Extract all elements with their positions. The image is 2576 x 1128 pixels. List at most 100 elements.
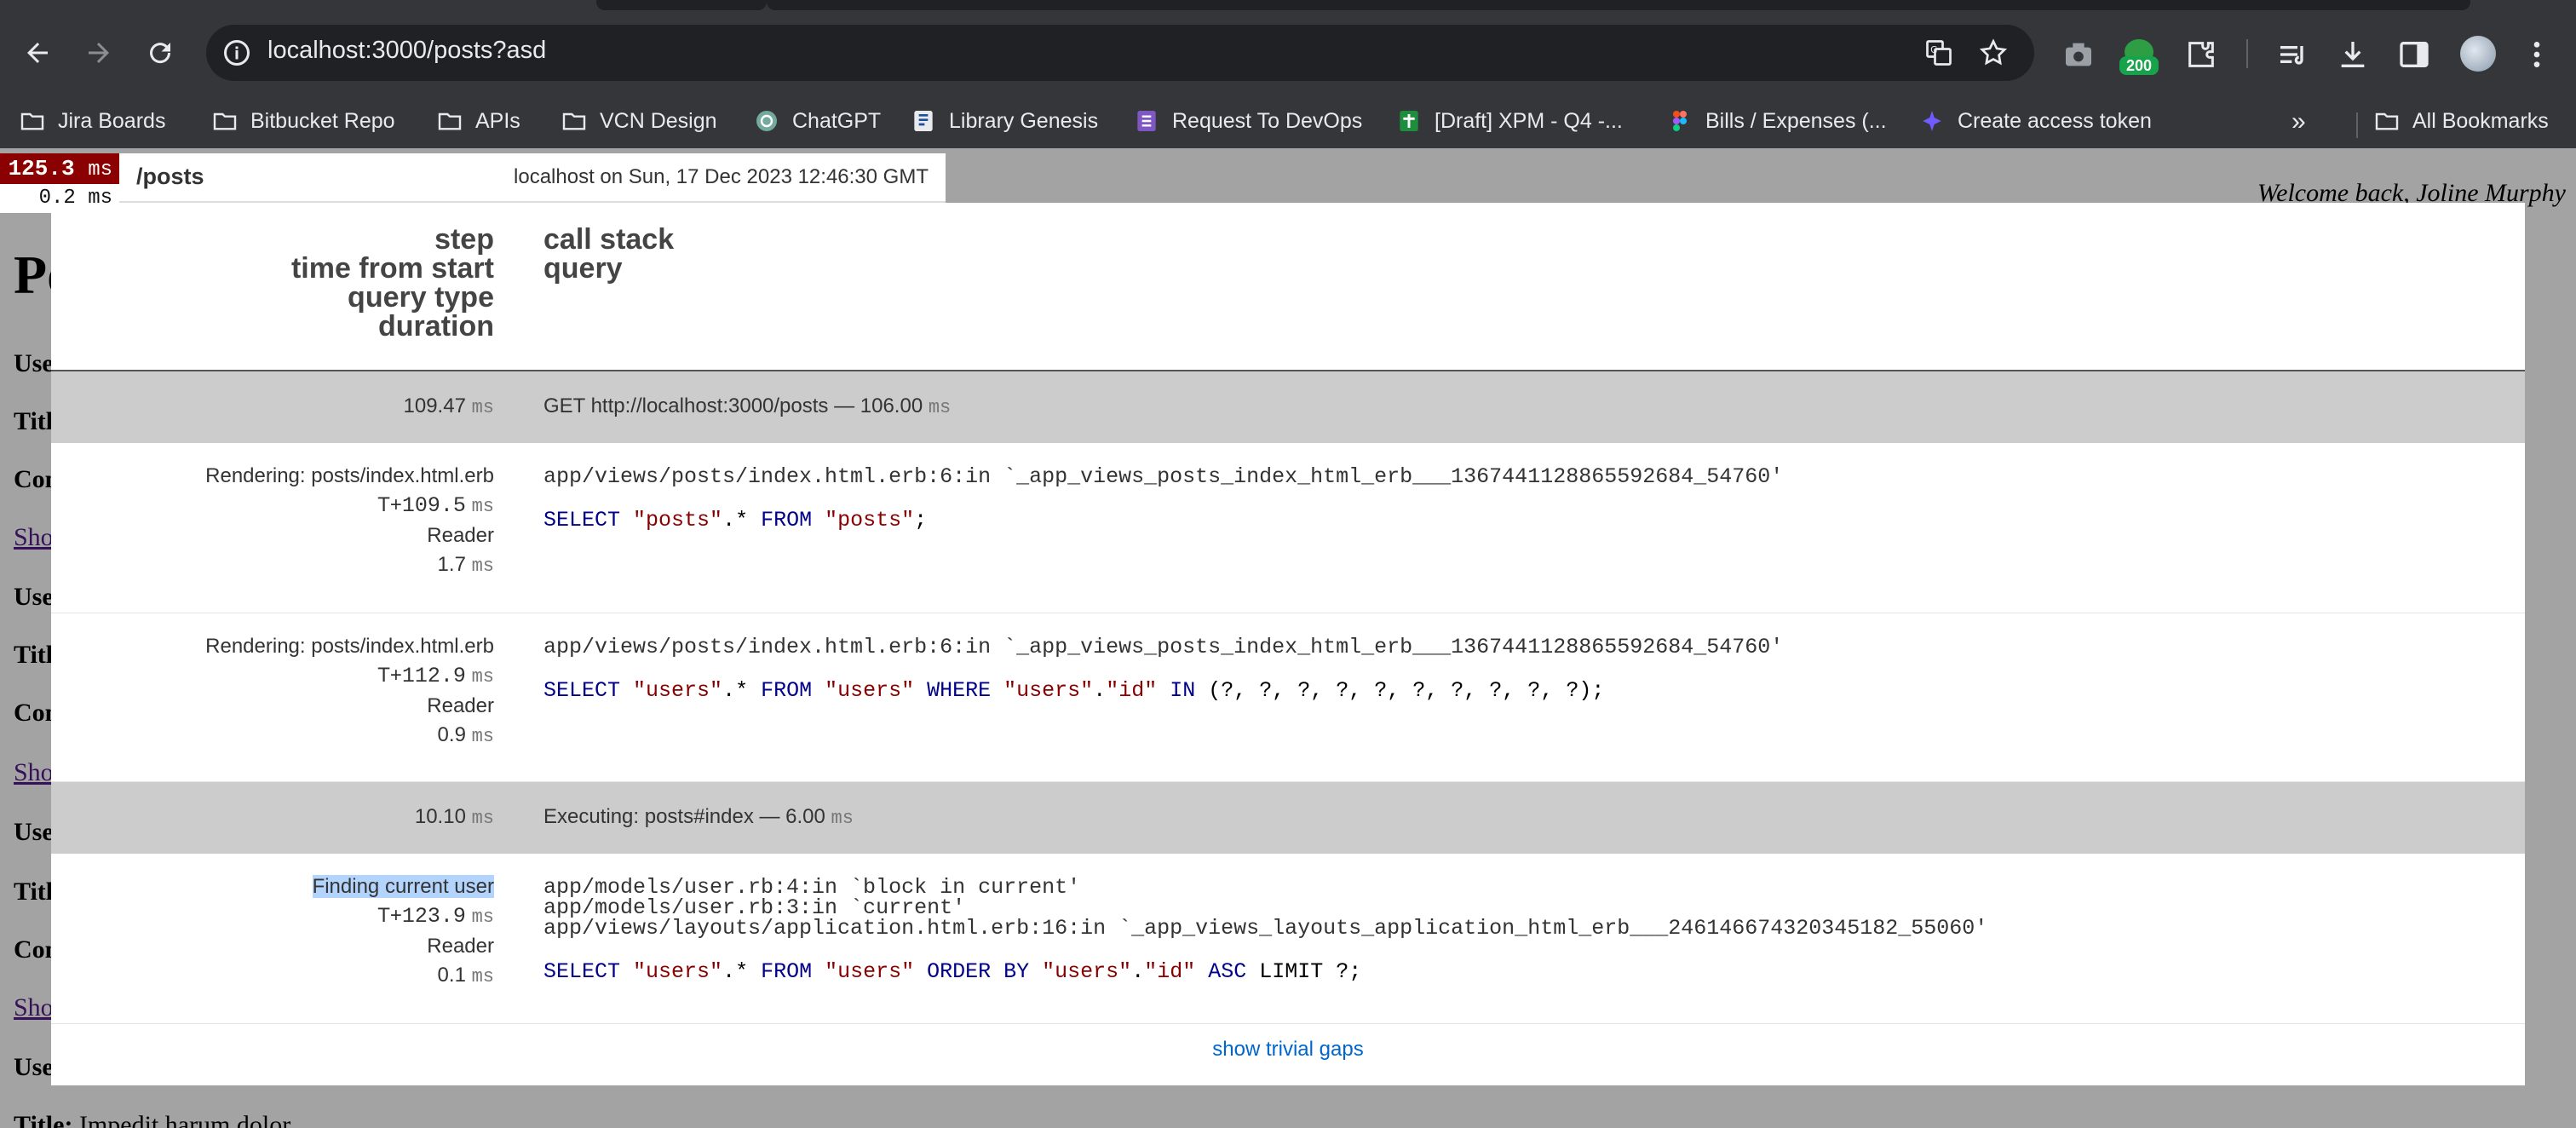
url-text: localhost:3000/posts?asd [267, 37, 547, 64]
side-panel-icon[interactable] [2397, 37, 2431, 72]
header-step: step [434, 223, 494, 256]
sql-token: . [1131, 959, 1145, 984]
profiler-request-path: /posts [136, 164, 204, 189]
bookmark-apis[interactable]: APIs [436, 104, 520, 138]
timing-duration: 10.10 ms [414, 805, 494, 829]
sql-token: "users" [1042, 959, 1132, 984]
sql-token: SELECT [543, 508, 634, 532]
profile-avatar[interactable] [2460, 36, 2496, 72]
sql-query: SELECT "users".* FROM "users" WHERE "use… [543, 676, 1783, 705]
sql-query: SELECT "users".* FROM "users" ORDER BY "… [543, 958, 1987, 987]
query-meta: Rendering: posts/index.html.erb T+112.9 … [51, 632, 494, 751]
query-row: Rendering: posts/index.html.erb T+109.5 … [51, 443, 2525, 613]
column-headers-right: call stack query [543, 225, 674, 283]
camera-icon[interactable] [2061, 37, 2096, 72]
bookmark-vcn-design[interactable]: VCN Design [561, 104, 717, 138]
query-start-time: T+109.5 ms [377, 493, 494, 518]
header-query-type: query type [348, 281, 494, 314]
sql-token: FROM [761, 678, 825, 703]
query-type: Reader [427, 694, 494, 717]
sql-token: "users" [825, 678, 915, 703]
bookmark-bills-expenses[interactable]: Bills / Expenses (... [1666, 104, 1887, 138]
svg-text:G: G [1930, 45, 1937, 55]
translate-icon[interactable]: G [1923, 37, 1954, 68]
timing-row: 10.10 ms Executing: posts#index — 6.00 m… [51, 782, 2525, 854]
query-meta: Rendering: posts/index.html.erb T+109.5 … [51, 462, 494, 581]
query-details: app/views/posts/index.html.erb:6:in `_ap… [543, 635, 1784, 705]
extension-badge: 200 [2119, 56, 2159, 75]
reading-list-icon[interactable] [2276, 37, 2310, 72]
sql-token: "id" [1144, 959, 1196, 984]
forward-button[interactable] [77, 31, 121, 75]
profiler-panel: step time from start query type duration… [51, 203, 2525, 1085]
query-step: Rendering: posts/index.html.erb [205, 464, 494, 487]
bookmark-request-to-devops[interactable]: Request To DevOps [1133, 104, 1362, 138]
sql-token: .* [722, 678, 762, 703]
back-button[interactable] [15, 31, 60, 75]
bookmark-create-access-token[interactable]: Create access token [1918, 104, 2152, 138]
timing-label: Executing: posts#index — 6.00 ms [543, 805, 854, 829]
figma-icon [1673, 111, 1687, 131]
sql-token: "posts" [825, 508, 915, 532]
sql-token: WHERE [927, 678, 1004, 703]
toolbar-divider [2246, 39, 2248, 68]
call-stack: app/models/user.rb:4:in `block in curren… [543, 875, 1988, 941]
query-meta: Finding current user T+123.9 ms Reader 0… [51, 872, 494, 992]
sql-token: "id" [1106, 678, 1158, 703]
bookmarks-bar: Jira Boards Bitbucket Repo APIs VCN Desi… [0, 95, 2576, 148]
forward-arrow-icon [89, 43, 109, 63]
sql-token: ; [914, 508, 928, 532]
bookmark-draft-xpm[interactable]: [Draft] XPM - Q4 -... [1395, 104, 1623, 138]
sparkle-icon [1923, 111, 1941, 131]
header-query: query [543, 252, 623, 285]
sql-token: FROM [761, 508, 825, 532]
profiler-total-time: 125.3 ms [0, 153, 119, 184]
puzzle-extensions-icon[interactable] [2184, 37, 2218, 72]
download-icon[interactable] [2336, 37, 2370, 72]
bookmark-chatgpt[interactable]: ChatGPT [753, 104, 881, 138]
form-icon [1137, 111, 1156, 131]
sql-token: IN [1170, 678, 1209, 703]
query-type: Reader [427, 524, 494, 547]
bookmark-jira-boards[interactable]: Jira Boards [19, 104, 165, 138]
kebab-menu-icon[interactable] [2520, 37, 2554, 72]
sql-token: "posts" [633, 508, 723, 532]
column-headers-left: step time from start query type duration [51, 225, 494, 341]
bookmark-library-genesis[interactable]: Library Genesis [910, 104, 1098, 138]
timing-row: 109.47 ms GET http://localhost:3000/post… [51, 371, 2525, 443]
query-duration: 0.9 ms [437, 723, 494, 747]
chatgpt-icon [756, 111, 777, 131]
reload-button[interactable] [138, 31, 182, 75]
call-stack: app/views/posts/index.html.erb:6:in `_ap… [543, 635, 1784, 659]
tab-strip [0, 0, 2576, 12]
browser-chrome: localhost:3000/posts?asd G 200 Jira Boar… [0, 0, 2576, 148]
query-type: Reader [427, 935, 494, 958]
library-icon [914, 111, 933, 131]
query-start-time: T+112.9 ms [377, 664, 494, 688]
all-bookmarks-button[interactable]: All Bookmarks [2373, 104, 2549, 138]
bookmarks-divider [2356, 112, 2358, 138]
call-stack: app/views/posts/index.html.erb:6:in `_ap… [543, 464, 1784, 489]
address-bar[interactable]: localhost:3000/posts?asd G [206, 25, 2034, 81]
folder-icon [213, 112, 237, 130]
bookmark-bitbucket-repo[interactable]: Bitbucket Repo [211, 104, 395, 138]
more-bookmarks-button[interactable]: » [2291, 107, 2306, 136]
header-time-from-start: time from start [290, 252, 494, 285]
sql-token: .* [722, 508, 762, 532]
sql-query: SELECT "posts".* FROM "posts"; [543, 506, 1783, 535]
reload-icon [150, 43, 171, 64]
show-trivial-gaps-link[interactable]: show trivial gaps [51, 1038, 2525, 1062]
sql-token: ASC [1208, 959, 1260, 984]
query-step: Finding current user [51, 872, 494, 901]
selected-text: Finding current user [312, 875, 494, 898]
star-bookmark-icon[interactable] [1978, 37, 2009, 68]
folder-icon [562, 112, 586, 130]
site-info-icon[interactable] [221, 37, 252, 68]
sheets-icon [1400, 111, 1418, 131]
folder-icon [2375, 112, 2399, 130]
query-details: app/models/user.rb:4:in `block in curren… [543, 875, 1988, 987]
sql-token: "users" [1003, 678, 1094, 703]
